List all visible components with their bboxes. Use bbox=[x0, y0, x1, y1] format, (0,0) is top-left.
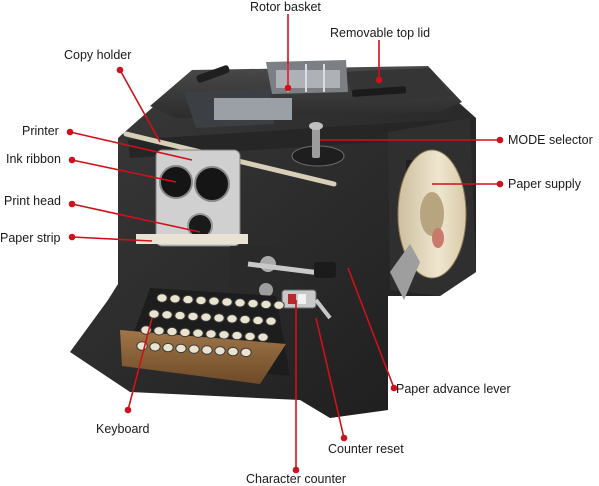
label-character-counter: Character counter bbox=[246, 472, 347, 486]
keyboard-key bbox=[234, 298, 246, 308]
keyboard-key bbox=[239, 314, 251, 325]
keyboard-key bbox=[162, 342, 174, 353]
keyboard-key bbox=[231, 330, 243, 341]
label-paper-strip: Paper strip bbox=[0, 231, 61, 245]
keyboard-key bbox=[260, 299, 272, 310]
keyboard-key bbox=[156, 293, 168, 303]
keyboard-key bbox=[247, 298, 259, 309]
keyboard-key bbox=[227, 346, 239, 357]
keyboard-key bbox=[226, 314, 238, 324]
keyboard-key bbox=[257, 332, 269, 342]
keyboard-key bbox=[195, 295, 207, 306]
keyboard-key bbox=[214, 346, 226, 356]
keyboard-key bbox=[153, 326, 165, 336]
keyboard-key bbox=[201, 345, 213, 355]
keyboard-key bbox=[166, 326, 178, 337]
label-mode-selector: MODE selector bbox=[508, 133, 593, 147]
keyboard-key bbox=[179, 327, 191, 338]
keyboard-key bbox=[208, 296, 220, 306]
diagram-canvas: Rotor basket Removable top lid Copy hold… bbox=[0, 0, 599, 486]
label-paper-supply: Paper supply bbox=[508, 177, 581, 191]
machine-illustration bbox=[66, 14, 504, 474]
keyboard-key bbox=[252, 315, 264, 326]
label-printer: Printer bbox=[22, 124, 59, 138]
keyboard-key bbox=[187, 311, 199, 322]
keyboard-key bbox=[192, 328, 204, 338]
label-paper-advance-lever: Paper advance lever bbox=[396, 382, 511, 396]
label-keyboard: Keyboard bbox=[96, 422, 150, 436]
label-print-head: Print head bbox=[4, 194, 61, 208]
keyboard-key bbox=[149, 342, 161, 352]
keyboard-key bbox=[182, 294, 194, 305]
keyboard-key bbox=[273, 300, 285, 310]
keyboard-key bbox=[221, 297, 233, 307]
keyboard-key bbox=[205, 329, 217, 339]
keyboard-key bbox=[169, 294, 181, 304]
keyboard-key bbox=[213, 313, 225, 323]
keyboard-key bbox=[244, 331, 256, 342]
keyboard-key bbox=[161, 310, 173, 320]
label-removable-top-lid: Removable top lid bbox=[330, 26, 431, 40]
keyboard-key bbox=[148, 309, 160, 319]
label-copy-holder: Copy holder bbox=[64, 48, 132, 62]
keyboard-key bbox=[265, 316, 277, 326]
keyboard-key bbox=[218, 330, 230, 340]
keyboard-key bbox=[175, 343, 187, 354]
label-ink-ribbon: Ink ribbon bbox=[6, 152, 61, 166]
keyboard-key bbox=[240, 347, 252, 358]
keyboard-key bbox=[200, 312, 212, 322]
keyboard-key bbox=[188, 344, 200, 354]
keyboard-key bbox=[174, 310, 186, 321]
label-rotor-basket: Rotor basket bbox=[250, 0, 321, 14]
label-counter-reset: Counter reset bbox=[328, 442, 404, 456]
